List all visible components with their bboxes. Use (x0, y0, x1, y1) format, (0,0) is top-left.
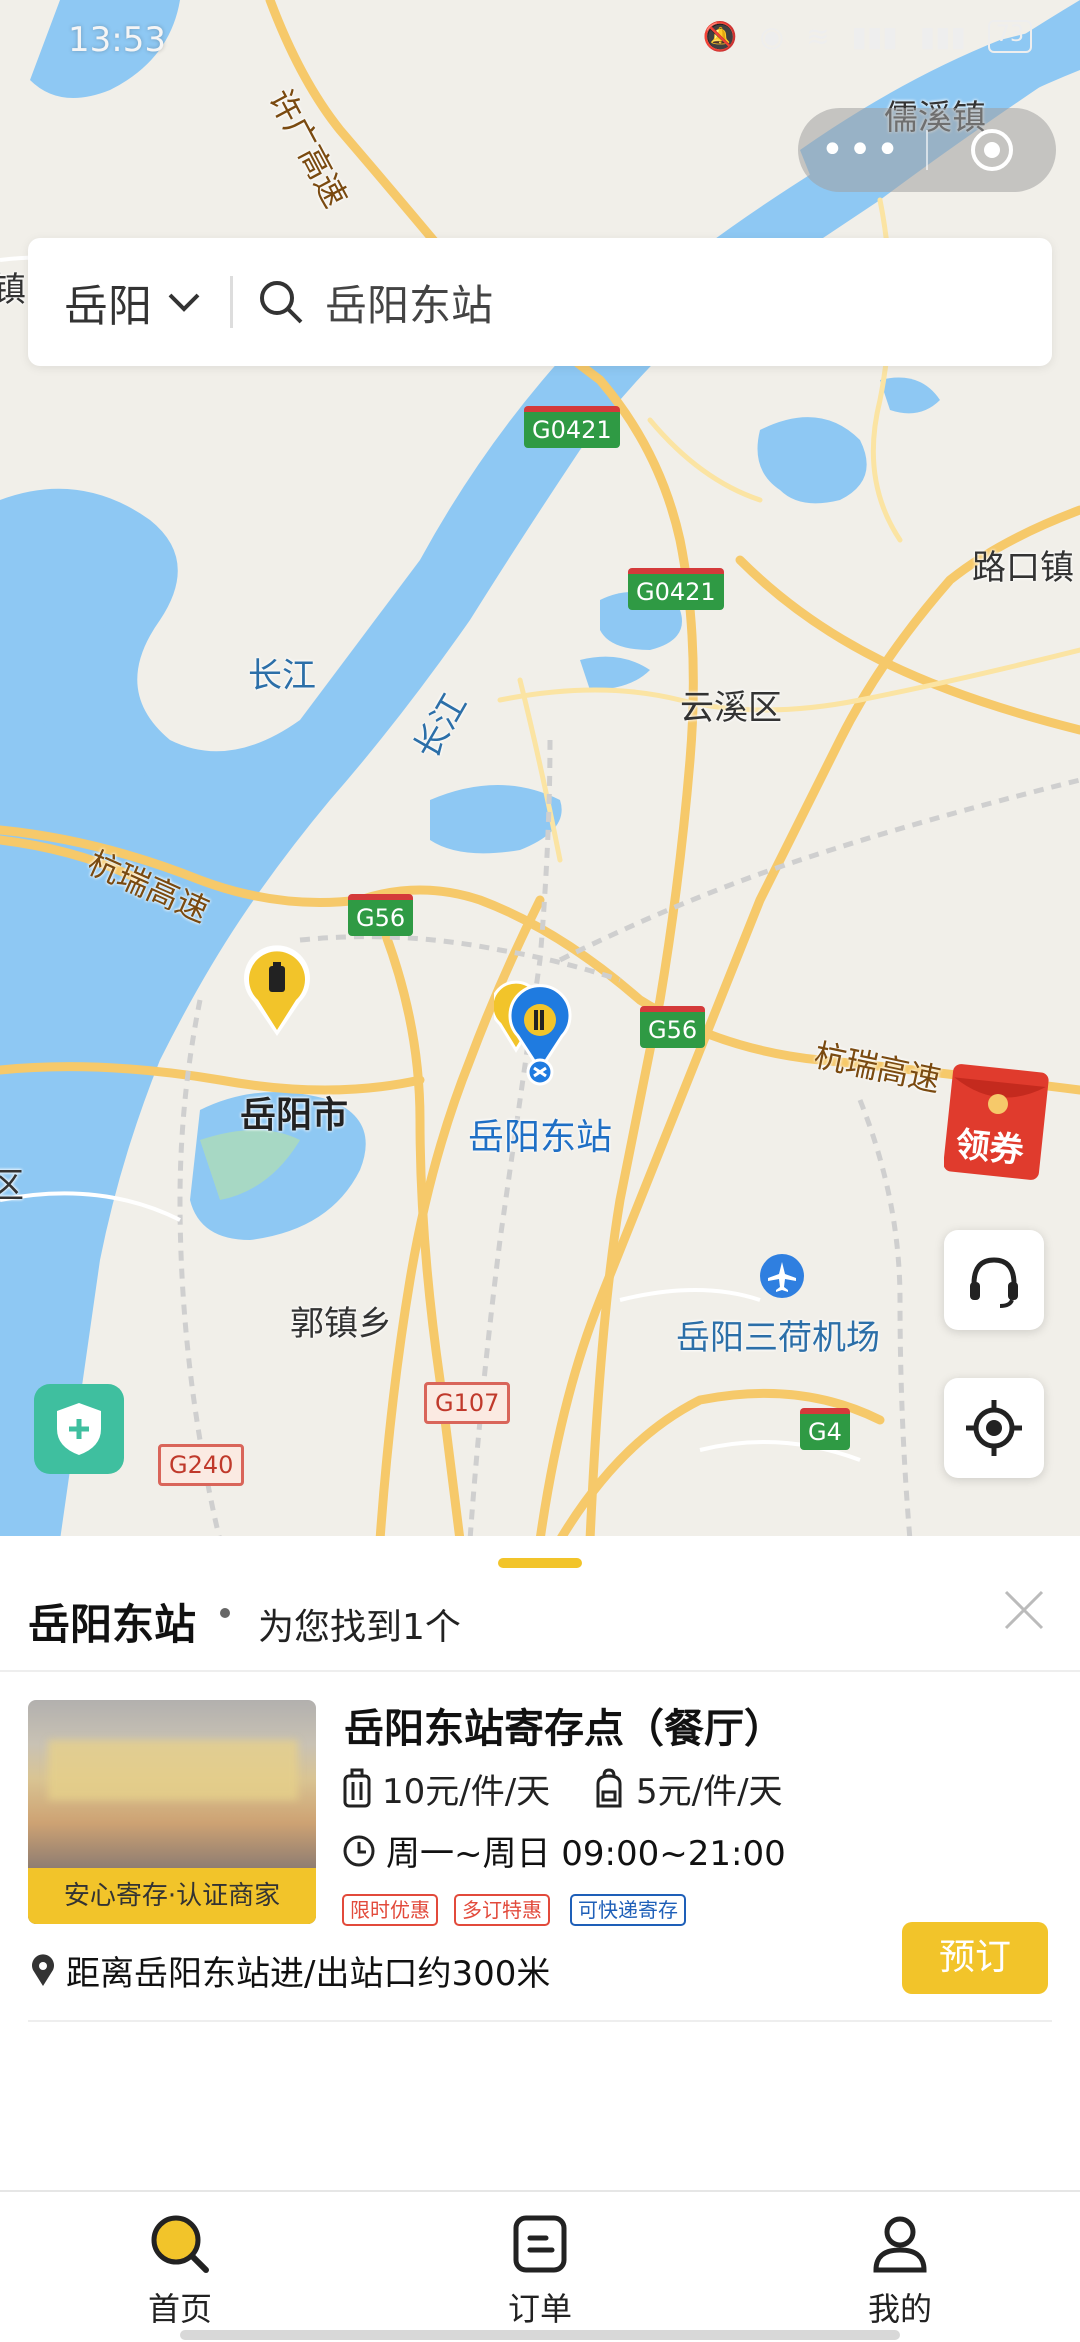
card-divider (28, 2020, 1052, 2022)
headset-icon (970, 1257, 1018, 1308)
home-indicator (180, 2330, 900, 2340)
customer-service-button[interactable] (944, 1230, 1044, 1330)
backpack-icon (596, 1767, 622, 1807)
tab-profile[interactable]: 我的 (800, 2212, 1000, 2330)
map-view[interactable]: 许广高速 儒溪镇 路口镇 长江 长江 云溪区 杭瑞高速 杭瑞高速 岳阳市 岳阳东… (0, 0, 1080, 1540)
title-dot (220, 1608, 230, 1618)
signal-icon: ▮▮▮ (919, 20, 966, 53)
location-icon: ◉ (759, 20, 785, 53)
opening-hours: 周一~周日 09:00~21:00 (342, 1826, 786, 1875)
tab-home[interactable]: 首页 (80, 2212, 280, 2330)
results-sheet: 岳阳东站 为您找到1个 安心寄存·认证商家 岳阳东站寄存点（餐厅） 10元/件/… (0, 1536, 1080, 2190)
distance-text: 距离岳阳东站进/出站口约300米 (66, 1954, 551, 1994)
map-label-lukou: 路口镇 (972, 548, 1074, 588)
battery-icon: 73 (988, 20, 1032, 53)
status-icons: 🔕 ◉ ≋ ▮▮▮ ▮▮▮ 73 (703, 20, 1032, 53)
coupon-label: 领券 (953, 1124, 1026, 1172)
price-luggage-text: 10元/件/天 (382, 1772, 551, 1812)
target-icon (971, 129, 1013, 171)
map-label-yueyang-east: 岳阳东站 (468, 1117, 613, 1158)
status-bar: 13:53 🔕 ◉ ≋ ▮▮▮ ▮▮▮ 73 (0, 0, 1080, 80)
tab-home-label: 首页 (147, 2290, 212, 2328)
bell-mute-icon: 🔕 (702, 20, 738, 53)
order-icon (513, 2215, 567, 2273)
search-icon (260, 281, 303, 324)
map-label-yunxi: 云溪区 (680, 688, 782, 728)
shield-plus-icon (57, 1403, 101, 1455)
more-button[interactable]: ••• (798, 127, 926, 173)
clock-icon (343, 1835, 375, 1866)
signal-icon: ▮▮▮ (851, 20, 898, 53)
tag-express-storage: 可快递寄存 (570, 1894, 686, 1926)
highway-shield-g107: G107 (424, 1382, 511, 1424)
result-count: 为您找到1个 (258, 1607, 461, 1648)
safety-shield-button[interactable] (34, 1384, 124, 1474)
locate-button[interactable] (944, 1378, 1044, 1478)
store-name: 岳阳东站寄存点（餐厅） (344, 1706, 784, 1752)
close-sheet-button[interactable] (1000, 1586, 1048, 1634)
map-canvas (0, 0, 1080, 1540)
sheet-title: 岳阳东站 (28, 1600, 197, 1649)
search-divider (230, 276, 233, 328)
price-bag: 5元/件/天 (592, 1764, 783, 1813)
store-sign-blur (48, 1740, 298, 1800)
airport-icon (760, 1254, 804, 1298)
close-miniprogram-button[interactable] (928, 126, 1056, 174)
suitcase-icon (343, 1768, 371, 1807)
map-label-guozhen: 郭镇乡 (290, 1304, 392, 1344)
search-input[interactable]: 岳阳东站 (257, 272, 493, 333)
map-label-changjiang: 长江 (248, 656, 316, 696)
highway-shield-g0421-a: G0421 (524, 406, 620, 448)
search-bar: 岳阳 岳阳东站 (28, 238, 1052, 366)
tab-profile-label: 我的 (867, 2290, 932, 2328)
highway-shield-g56-a: G56 (348, 894, 414, 936)
divider (0, 1670, 1080, 1672)
highway-shield-g4: G4 (800, 1408, 850, 1450)
city-selector[interactable]: 岳阳 (28, 270, 202, 334)
map-label-airport: 岳阳三荷机场 (676, 1318, 880, 1358)
opening-hours-text: 周一~周日 09:00~21:00 (386, 1834, 786, 1874)
tab-bar: 首页 订单 我的 (0, 2190, 1080, 2342)
miniprogram-capsule: ••• (798, 108, 1056, 192)
book-button[interactable]: 预订 (902, 1922, 1048, 1994)
locate-icon (966, 1400, 1022, 1456)
chevron-down-icon (168, 293, 200, 312)
map-label-edge-left1: 镇 (0, 270, 26, 310)
close-icon (1004, 1590, 1044, 1630)
city-label: 岳阳 (64, 281, 152, 332)
drag-handle[interactable] (498, 1558, 582, 1568)
tag-multi-order-discount: 多订特惠 (454, 1894, 550, 1926)
tag-limited-offer: 限时优惠 (342, 1894, 438, 1926)
status-time: 13:53 (68, 20, 166, 60)
highway-shield-g0421-b: G0421 (628, 568, 724, 610)
map-label-yueyang-city: 岳阳市 (240, 1095, 349, 1136)
distance-info: 距离岳阳东站进/出站口约300米 (30, 1946, 550, 1995)
price-luggage: 10元/件/天 (342, 1764, 550, 1813)
tab-orders[interactable]: 订单 (440, 2212, 640, 2330)
certified-badge: 安心寄存·认证商家 (28, 1868, 316, 1924)
search-icon (151, 2215, 209, 2273)
coupon-button[interactable]: 领券 (943, 1062, 1054, 1182)
highway-shield-g56-b: G56 (640, 1006, 706, 1048)
location-pin-icon (32, 1953, 54, 1986)
user-icon (873, 2216, 927, 2273)
search-query: 岳阳东站 (325, 280, 494, 330)
map-label-edge-left2: 区 (0, 1166, 24, 1206)
price-bag-text: 5元/件/天 (636, 1772, 783, 1812)
store-photo: 安心寄存·认证商家 (28, 1700, 316, 1924)
highway-shield-g240: G240 (158, 1444, 245, 1486)
tab-orders-label: 订单 (507, 2290, 572, 2328)
wifi-icon: ≋ (806, 20, 830, 53)
